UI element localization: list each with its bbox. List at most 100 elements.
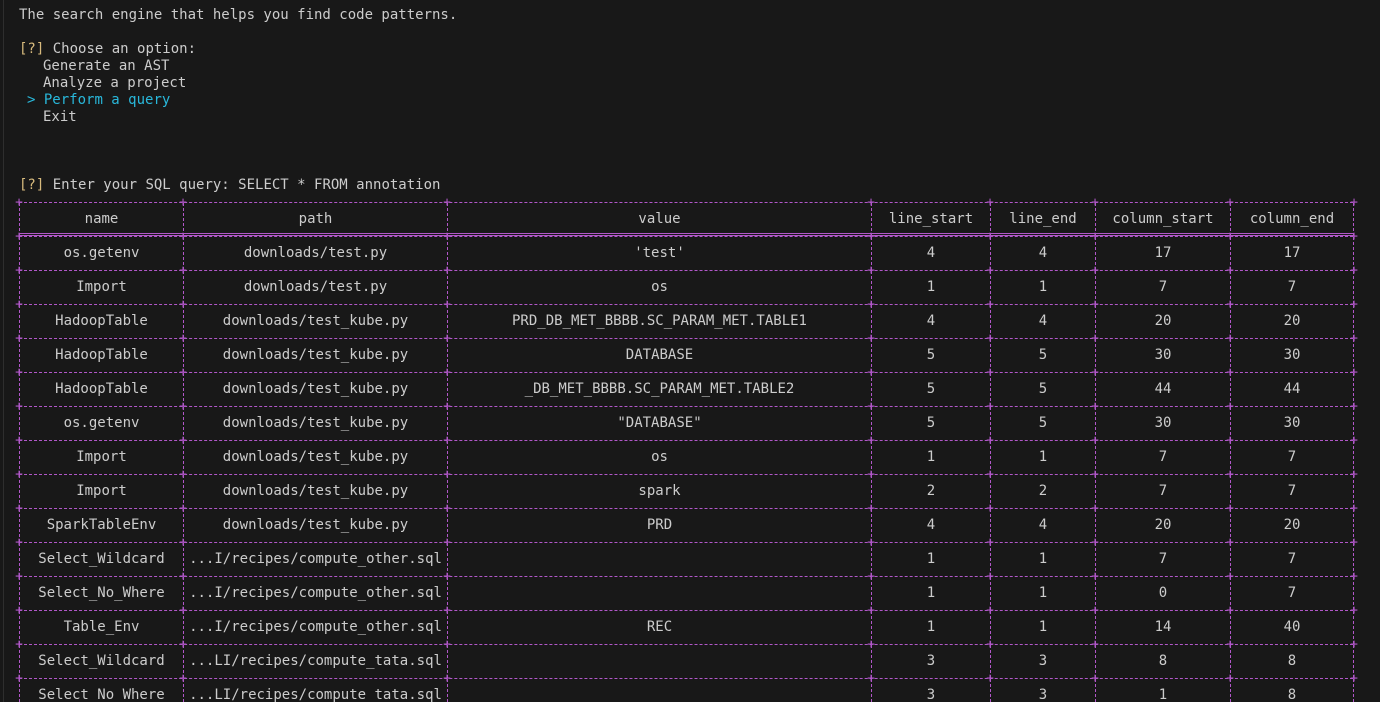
table-border-corner: + [1226, 501, 1234, 516]
table-cell-value [447, 645, 871, 678]
table-border-corner: + [986, 195, 994, 210]
menu-option-perform-query[interactable]: > Perform a query [27, 92, 170, 109]
table-border-corner: + [443, 501, 451, 516]
table-cell-column-end: 30 [1230, 407, 1354, 440]
terminal-output[interactable]: The search engine that helps you find co… [15, 0, 1374, 702]
table-border-corner: + [179, 637, 187, 652]
table-border-corner: + [443, 263, 451, 278]
table-border-corner: + [179, 365, 187, 380]
menu-option-exit[interactable]: Exit [43, 109, 77, 126]
table-row: Table_Env ...I/recipes/compute_other.sql R… [15, 603, 1358, 644]
table-border-corner: + [1350, 331, 1358, 346]
table-cell-column-end: 8 [1230, 645, 1354, 678]
table-border-corner: + [867, 569, 875, 584]
table-cell-line-end: 5 [990, 339, 1095, 372]
table-border-corner: + [15, 331, 23, 346]
table-cell-name: HadoopTable [19, 373, 183, 406]
table-border-corner: + [179, 569, 187, 584]
table-cell-line-start: 2 [871, 475, 990, 508]
table-border-corner: + [867, 637, 875, 652]
table-border-corner: + [443, 467, 451, 482]
menu-option-generate-ast[interactable]: Generate an AST [43, 58, 169, 75]
query-prompt-text: Enter your SQL query: SELECT * FROM anno… [44, 177, 441, 193]
table-cell-line-end: 5 [990, 407, 1095, 440]
table-row: os.getenv downloads/test_kube.py "DATABASE… [15, 399, 1358, 440]
table-cell-value [447, 543, 871, 576]
table-cell-name: SparkTableEnv [19, 509, 183, 542]
table-border-corner: + [867, 535, 875, 550]
table-row: HadoopTable downloads/test_kube.py _DB_MET… [15, 365, 1358, 406]
table-border-corner: + [986, 263, 994, 278]
table-cell-column-end: 7 [1230, 271, 1354, 304]
table-border-corner: + [1350, 603, 1358, 618]
table-border-corner: + [1091, 229, 1099, 244]
table-border-corner: + [15, 263, 23, 278]
table-cell-path: ...I/recipes/compute_other.sql [183, 577, 447, 610]
table-cell-value: "DATABASE" [447, 407, 871, 440]
table-border-corner: + [986, 433, 994, 448]
table-border-corner: + [1350, 637, 1358, 652]
table-border-corner: + [1226, 535, 1234, 550]
table-border-corner: + [986, 535, 994, 550]
table-header-column-end: column_end [1230, 203, 1354, 236]
table-border-corner: + [1350, 671, 1358, 686]
table-cell-path: ...LI/recipes/compute_tata.sql [183, 679, 447, 702]
table-border-corner: + [1350, 399, 1358, 414]
table-border-corner: + [1091, 671, 1099, 686]
table-border-corner: + [867, 603, 875, 618]
table-cell-value: os [447, 441, 871, 474]
table-border-corner: + [986, 297, 994, 312]
prompt-marker: [?] [19, 41, 45, 57]
table-cell-line-end: 3 [990, 679, 1095, 702]
table-border-corner: + [867, 297, 875, 312]
table-cell-column-start: 0 [1095, 577, 1230, 610]
table-cell-column-start: 7 [1095, 543, 1230, 576]
table-border-corner: + [15, 671, 23, 686]
table-border-corner: + [986, 331, 994, 346]
table-cell-value [447, 577, 871, 610]
table-border-corner: + [867, 331, 875, 346]
table-cell-value: PRD [447, 509, 871, 542]
table-border-corner: + [443, 569, 451, 584]
menu-option-label: Perform a query [43, 92, 171, 108]
table-border-corner: + [15, 195, 23, 210]
table-cell-column-start: 1 [1095, 679, 1230, 702]
table-cell-column-end: 7 [1230, 475, 1354, 508]
table-cell-name: os.getenv [19, 237, 183, 270]
table-cell-line-start: 3 [871, 645, 990, 678]
table-border-corner: + [1350, 195, 1358, 210]
table-border-corner: + [1226, 637, 1234, 652]
table-cell-value: REC [447, 611, 871, 644]
table-header-row: name path value line_start line_end column_st… [15, 195, 1358, 236]
table-cell-value [447, 679, 871, 702]
table-border-corner: + [1350, 467, 1358, 482]
table-cell-name: Import [19, 475, 183, 508]
table-border-corner: + [1091, 263, 1099, 278]
table-header-value: value [447, 203, 871, 236]
table-row: Select_No_Where ...I/recipes/compute_othe… [15, 569, 1358, 610]
query-prompt[interactable]: [?] Enter your SQL query: SELECT * FROM … [19, 177, 440, 194]
table-cell-line-end: 3 [990, 645, 1095, 678]
menu-option-analyze-project[interactable]: Analyze a project [43, 75, 186, 92]
results-table: name path value line_start line_end column_st… [15, 195, 1358, 702]
table-header-line-start: line_start [871, 203, 990, 236]
table-cell-line-start: 1 [871, 543, 990, 576]
table-cell-line-start: 1 [871, 611, 990, 644]
table-cell-name: Select_No_Where [19, 577, 183, 610]
table-row: HadoopTable downloads/test_kube.py PRD_DB_… [15, 297, 1358, 338]
table-cell-column-start: 44 [1095, 373, 1230, 406]
table-border-corner: + [867, 365, 875, 380]
table-border-corner: + [1091, 331, 1099, 346]
table-border-corner: + [15, 399, 23, 414]
table-border-corner: + [986, 399, 994, 414]
table-cell-line-start: 5 [871, 339, 990, 372]
table-header-column-start: column_start [1095, 203, 1230, 236]
table-border-corner: + [867, 263, 875, 278]
table-cell-name: Select_No_Where [19, 679, 183, 702]
table-border-corner: + [986, 671, 994, 686]
table-cell-column-start: 7 [1095, 475, 1230, 508]
table-cell-path: downloads/test_kube.py [183, 373, 447, 406]
table-cell-path: downloads/test.py [183, 237, 447, 270]
table-cell-line-start: 5 [871, 407, 990, 440]
table-border-corner: + [1091, 195, 1099, 210]
